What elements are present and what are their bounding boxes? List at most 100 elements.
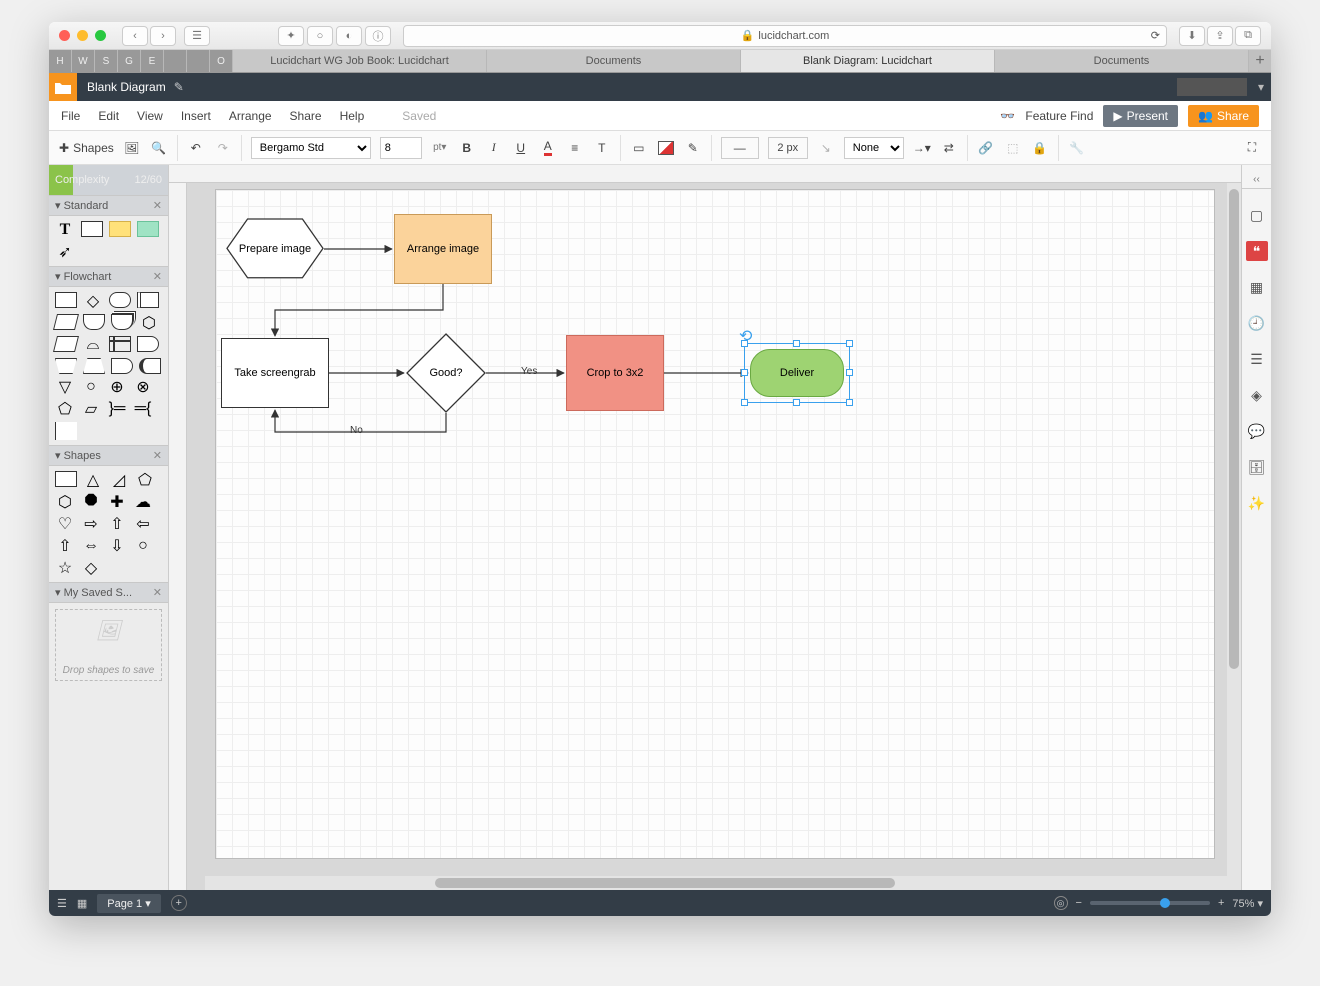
- fc-db[interactable]: ⌓: [83, 336, 103, 354]
- shapes-manager-button[interactable]: ✚ Shapes: [55, 135, 118, 161]
- fc-or[interactable]: ⊗: [133, 378, 153, 396]
- lock-button[interactable]: 🔒: [1027, 135, 1053, 161]
- fc-stored[interactable]: [139, 358, 161, 374]
- history-icon[interactable]: 🕘: [1247, 313, 1267, 333]
- block-shape[interactable]: [137, 221, 159, 237]
- text-shape[interactable]: T: [55, 221, 75, 239]
- menu-edit[interactable]: Edit: [98, 109, 119, 123]
- presentation-icon[interactable]: ▦: [1247, 277, 1267, 297]
- new-tab-button[interactable]: +: [1249, 50, 1271, 72]
- sh-arr-r[interactable]: ⇨: [81, 515, 101, 533]
- edge-label-yes[interactable]: Yes: [521, 366, 537, 377]
- sh-arr-u[interactable]: ⇧: [107, 515, 127, 533]
- menu-insert[interactable]: Insert: [181, 109, 211, 123]
- node-good[interactable]: Good?: [406, 333, 486, 413]
- add-page-button[interactable]: +: [171, 895, 187, 911]
- image-tool[interactable]: 🖼: [119, 135, 145, 161]
- pinned-tab[interactable]: W: [72, 50, 94, 72]
- pinned-tab[interactable]: G: [118, 50, 140, 72]
- fill-button[interactable]: ▭: [626, 135, 652, 161]
- close-icon[interactable]: ✕: [153, 270, 162, 283]
- menu-file[interactable]: File: [61, 109, 80, 123]
- fc-hex[interactable]: ⬡: [139, 314, 159, 332]
- node-screengrab[interactable]: Take screengrab: [221, 338, 329, 408]
- font-size-input[interactable]: [380, 137, 422, 159]
- fc-card[interactable]: ▱: [81, 400, 101, 418]
- magic-button[interactable]: 🔧: [1064, 135, 1090, 161]
- page[interactable]: Prepare image Arrange image Take screeng…: [215, 189, 1215, 859]
- ext-2[interactable]: ○: [307, 26, 333, 46]
- menu-view[interactable]: View: [137, 109, 163, 123]
- fc-multidoc[interactable]: [111, 314, 133, 330]
- quote-icon[interactable]: ❝: [1246, 241, 1268, 261]
- sh-star[interactable]: ☆: [55, 559, 75, 577]
- close-window-button[interactable]: [59, 30, 70, 41]
- node-arrange[interactable]: Arrange image: [394, 214, 492, 284]
- bold-button[interactable]: B: [454, 135, 480, 161]
- target-icon[interactable]: ◎: [1054, 896, 1068, 910]
- sh-rect[interactable]: [55, 471, 77, 487]
- tabs-button[interactable]: ⧉: [1235, 26, 1261, 46]
- sh-cross[interactable]: ✚: [107, 493, 127, 511]
- fc-rect[interactable]: [55, 292, 77, 308]
- pinned-tab[interactable]: [164, 50, 186, 72]
- ext-4[interactable]: ⓘ: [365, 26, 391, 46]
- sh-circle[interactable]: ○: [133, 537, 153, 555]
- sh-arr-u2[interactable]: ⇧: [55, 537, 75, 555]
- undo-button[interactable]: ↶: [183, 135, 209, 161]
- browser-tab[interactable]: Documents: [995, 50, 1248, 72]
- pinned-tab[interactable]: H: [49, 50, 71, 72]
- zoom-in-button[interactable]: +: [1218, 897, 1224, 909]
- share-browser-button[interactable]: ⇪: [1207, 26, 1233, 46]
- fc-tri-down[interactable]: ▽: [55, 378, 75, 396]
- section-flowchart[interactable]: ▾ Flowchart✕: [49, 266, 168, 287]
- menu-arrange[interactable]: Arrange: [229, 109, 272, 123]
- edit-title-icon[interactable]: ✎: [174, 80, 184, 94]
- page-icon[interactable]: ▢: [1247, 205, 1267, 225]
- fc-doc[interactable]: [83, 314, 105, 330]
- reload-icon[interactable]: ⟳: [1151, 29, 1160, 42]
- section-saved[interactable]: ▾ My Saved S...✕: [49, 582, 168, 603]
- saved-dropzone[interactable]: 🖼 Drop shapes to save: [55, 609, 162, 681]
- search-tool[interactable]: 🔍: [146, 135, 172, 161]
- browser-tab-active[interactable]: Blank Diagram: Lucidchart: [741, 50, 994, 72]
- section-standard[interactable]: ▾ Standard✕: [49, 195, 168, 216]
- account-menu[interactable]: ▾: [1251, 80, 1271, 94]
- feature-find-link[interactable]: Feature Find: [1025, 109, 1093, 123]
- comment-icon[interactable]: 💬: [1247, 421, 1267, 441]
- fc-brace-r[interactable]: }═: [107, 400, 127, 418]
- sh-hex[interactable]: ⬡: [55, 493, 75, 511]
- document-title[interactable]: Blank Diagram: [87, 80, 166, 94]
- align-button[interactable]: ≡: [562, 135, 588, 161]
- arrow-shape[interactable]: ➶: [55, 243, 75, 261]
- sh-arr-lr[interactable]: ⇔: [81, 537, 101, 555]
- link-button[interactable]: 🔗: [973, 135, 999, 161]
- grid-view-icon[interactable]: ▦: [77, 897, 87, 910]
- fc-delay2[interactable]: [137, 336, 159, 352]
- node-crop[interactable]: Crop to 3x2: [566, 335, 664, 411]
- data-icon[interactable]: 🗄: [1247, 457, 1267, 477]
- pinned-tab[interactable]: O: [210, 50, 232, 72]
- line-route-button[interactable]: ⇄: [936, 135, 962, 161]
- sh-cloud[interactable]: ☁: [133, 493, 153, 511]
- arrow-end-button[interactable]: →▾: [909, 135, 935, 161]
- fc-circle[interactable]: ○: [81, 378, 101, 396]
- fc-io[interactable]: [53, 336, 79, 352]
- browser-tab[interactable]: Lucidchart WG Job Book: Lucidchart: [233, 50, 486, 72]
- fc-manual[interactable]: [55, 358, 77, 374]
- fc-predef[interactable]: [137, 292, 159, 308]
- home-folder-button[interactable]: [49, 73, 77, 101]
- section-shapes[interactable]: ▾ Shapes✕: [49, 445, 168, 466]
- present-button[interactable]: ▶ Present: [1103, 105, 1178, 127]
- fullscreen-button[interactable]: ⛶: [1239, 135, 1265, 161]
- fc-brace-l[interactable]: ═{: [133, 400, 153, 418]
- user-badge[interactable]: [1177, 78, 1247, 96]
- url-bar[interactable]: 🔒lucidchart.com ⟳: [403, 25, 1167, 47]
- close-icon[interactable]: ✕: [153, 449, 162, 462]
- selection-handles[interactable]: ⟲: [744, 343, 850, 403]
- border-color-button[interactable]: ✎: [680, 135, 706, 161]
- sh-heart[interactable]: ♡: [55, 515, 75, 533]
- fc-terminator[interactable]: [109, 292, 131, 308]
- layers-icon[interactable]: ☰: [1247, 349, 1267, 369]
- pinned-tab[interactable]: E: [141, 50, 163, 72]
